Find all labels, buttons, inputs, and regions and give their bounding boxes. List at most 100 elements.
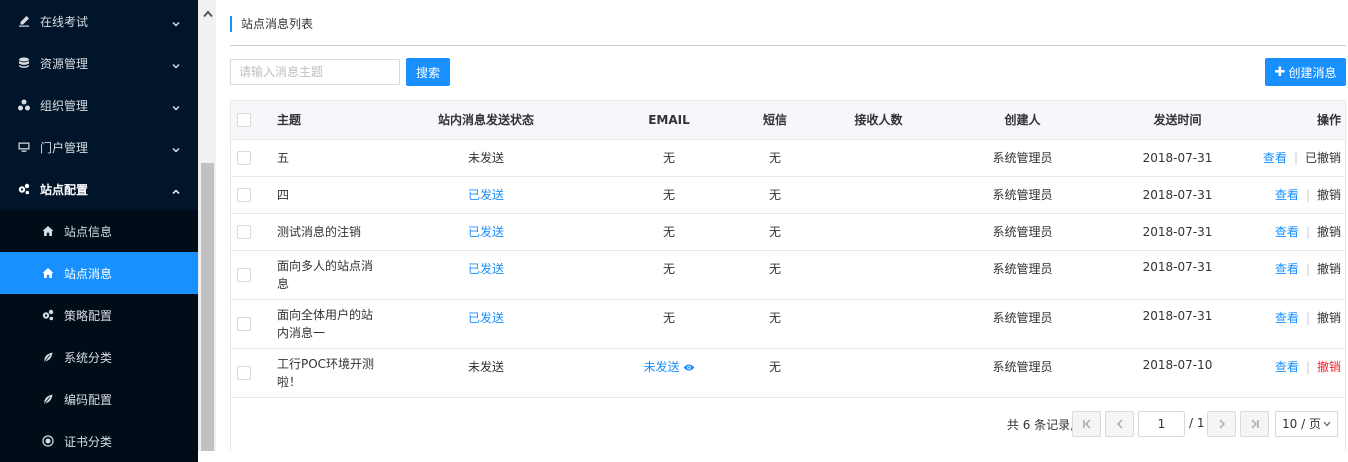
row-email: 无 bbox=[593, 213, 745, 251]
page-number-input[interactable] bbox=[1138, 411, 1185, 437]
pagination-total: 共 6 条记录, bbox=[1006, 418, 1074, 432]
table-header-row: 主题 站内消息发送状态 EMAIL 短信 接收人数 创建人 发送时间 操作 bbox=[231, 101, 1345, 140]
leaf-icon bbox=[42, 393, 54, 405]
row-status[interactable]: 已发送 bbox=[379, 250, 593, 300]
row-status: 未发送 bbox=[379, 139, 593, 177]
sidebar-subitem-site-message[interactable]: 站点消息 bbox=[0, 252, 198, 294]
page-size-select[interactable]: 10 / 页 bbox=[1275, 411, 1338, 437]
row-checkbox[interactable] bbox=[237, 316, 251, 331]
next-page-button[interactable] bbox=[1207, 411, 1236, 437]
row-status[interactable]: 已发送 bbox=[379, 213, 593, 251]
row-email: 无 bbox=[593, 250, 745, 300]
sidebar-item-resource[interactable]: 资源管理 bbox=[0, 42, 198, 84]
table-row: 面向多人的站点消息 已发送 无 无 系统管理员 2018-07-31 查看 | 撤销 bbox=[231, 250, 1345, 300]
sidebar-item-portal[interactable]: 门户管理 bbox=[0, 126, 198, 168]
ops-separator: | bbox=[1305, 188, 1310, 202]
pagination-total-pages: / 1 bbox=[1189, 416, 1205, 430]
table-row: 五 未发送 无 无 系统管理员 2018-07-31 查看 | 已撤销 bbox=[231, 139, 1345, 177]
sidebar-subitem-site-info[interactable]: 站点信息 bbox=[0, 210, 198, 252]
table-row: 测试消息的注销 已发送 无 无 系统管理员 2018-07-31 查看 | 撤销 bbox=[231, 213, 1345, 251]
ops-separator: | bbox=[1305, 359, 1310, 374]
row-subject: 五 bbox=[259, 139, 379, 177]
sidebar-subitem-label: 站点消息 bbox=[64, 266, 113, 281]
header-sms: 短信 bbox=[745, 101, 805, 140]
sidebar-item-label: 站点配置 bbox=[40, 182, 89, 197]
first-page-button[interactable] bbox=[1072, 411, 1101, 437]
search-input[interactable] bbox=[230, 59, 400, 85]
row-checkbox[interactable] bbox=[237, 267, 251, 282]
sidebar-subitem-cert-category[interactable]: 证书分类 bbox=[0, 420, 198, 462]
select-all-checkbox[interactable] bbox=[237, 113, 251, 127]
view-link[interactable]: 查看 bbox=[1275, 360, 1299, 374]
header-ops: 操作 bbox=[1262, 101, 1345, 140]
page-size-value: 10 / 页 bbox=[1282, 417, 1321, 431]
row-email: 无 bbox=[593, 176, 745, 214]
cert-icon bbox=[42, 435, 54, 447]
sidebar-subitem-code-config[interactable]: 编码配置 bbox=[0, 378, 198, 420]
row-recipients bbox=[805, 139, 952, 177]
title-divider bbox=[230, 45, 1346, 46]
view-link[interactable]: 查看 bbox=[1275, 225, 1299, 239]
row-sms: 无 bbox=[745, 348, 805, 398]
table-row: 四 已发送 无 无 系统管理员 2018-07-31 查看 | 撤销 bbox=[231, 176, 1345, 214]
sidebar-subitem-label: 系统分类 bbox=[64, 350, 113, 365]
row-time: 2018-07-31 bbox=[1093, 139, 1262, 177]
row-status[interactable]: 已发送 bbox=[379, 299, 593, 349]
scroll-up-arrow-icon[interactable] bbox=[202, 8, 214, 18]
revoke-link[interactable]: 撤销 bbox=[1317, 311, 1341, 325]
row-time: 2018-07-31 bbox=[1093, 213, 1262, 251]
select-all-cell[interactable] bbox=[231, 101, 259, 140]
row-email: 无 bbox=[593, 139, 745, 177]
chevron-left-icon bbox=[1116, 419, 1123, 429]
row-checkbox[interactable] bbox=[237, 150, 251, 165]
revoke-link[interactable]: 撤销 bbox=[1317, 225, 1341, 239]
sidebar-scrollbar[interactable] bbox=[198, 0, 216, 451]
revoke-link[interactable]: 撤销 bbox=[1317, 360, 1341, 374]
sidebar-item-organization[interactable]: 组织管理 bbox=[0, 84, 198, 126]
row-ops: 查看 | 撤销 bbox=[1262, 176, 1345, 214]
plus-icon: ✚ bbox=[1274, 64, 1286, 80]
last-page-icon bbox=[1251, 419, 1259, 429]
search-button[interactable]: 搜索 bbox=[406, 58, 450, 86]
revoke-link[interactable]: 撤销 bbox=[1317, 262, 1341, 276]
row-sms: 无 bbox=[745, 213, 805, 251]
prev-page-button[interactable] bbox=[1105, 411, 1134, 437]
monitor-icon bbox=[18, 141, 30, 153]
create-message-label: 创建消息 bbox=[1288, 65, 1337, 80]
sidebar-item-site-config[interactable]: 站点配置 bbox=[0, 168, 198, 210]
view-link[interactable]: 查看 bbox=[1275, 188, 1299, 202]
row-creator: 系统管理员 bbox=[952, 299, 1093, 349]
row-creator: 系统管理员 bbox=[952, 176, 1093, 214]
org-icon bbox=[18, 99, 30, 111]
revoked-label: 已撤销 bbox=[1304, 151, 1341, 165]
table-row: 面向全体用户的站内消息一 已发送 无 无 系统管理员 2018-07-31 查看… bbox=[231, 299, 1345, 349]
ops-separator: | bbox=[1293, 151, 1298, 165]
row-subject: 测试消息的注销 bbox=[259, 213, 379, 251]
revoke-link[interactable]: 撤销 bbox=[1317, 188, 1341, 202]
scrollbar-thumb[interactable] bbox=[201, 163, 214, 451]
row-status: 未发送 bbox=[379, 348, 593, 398]
row-email[interactable]: 未发送 bbox=[643, 360, 679, 374]
chevron-down-icon bbox=[172, 101, 180, 111]
sidebar-subitem-label: 证书分类 bbox=[64, 434, 113, 449]
sidebar-subitem-label: 编码配置 bbox=[64, 392, 113, 407]
row-creator: 系统管理员 bbox=[952, 213, 1093, 251]
view-link[interactable]: 查看 bbox=[1275, 262, 1299, 276]
chevron-down-icon bbox=[172, 59, 180, 69]
row-recipients bbox=[805, 348, 952, 398]
sidebar-subitem-policy[interactable]: 策略配置 bbox=[0, 294, 198, 336]
sidebar-subitem-system-category[interactable]: 系统分类 bbox=[0, 336, 198, 378]
last-page-button[interactable] bbox=[1240, 411, 1269, 437]
sidebar-item-online-exam[interactable]: 在线考试 bbox=[0, 0, 198, 42]
row-sms: 无 bbox=[745, 176, 805, 214]
create-message-button[interactable]: ✚ 创建消息 bbox=[1265, 58, 1346, 86]
row-checkbox[interactable] bbox=[237, 187, 251, 202]
row-checkbox[interactable] bbox=[237, 224, 251, 239]
row-status[interactable]: 已发送 bbox=[379, 176, 593, 214]
view-link[interactable]: 查看 bbox=[1263, 151, 1287, 165]
ops-separator: | bbox=[1305, 310, 1310, 325]
view-link[interactable]: 查看 bbox=[1275, 311, 1299, 325]
eye-icon[interactable] bbox=[683, 361, 695, 370]
database-icon bbox=[18, 57, 30, 69]
row-checkbox[interactable] bbox=[237, 365, 251, 380]
